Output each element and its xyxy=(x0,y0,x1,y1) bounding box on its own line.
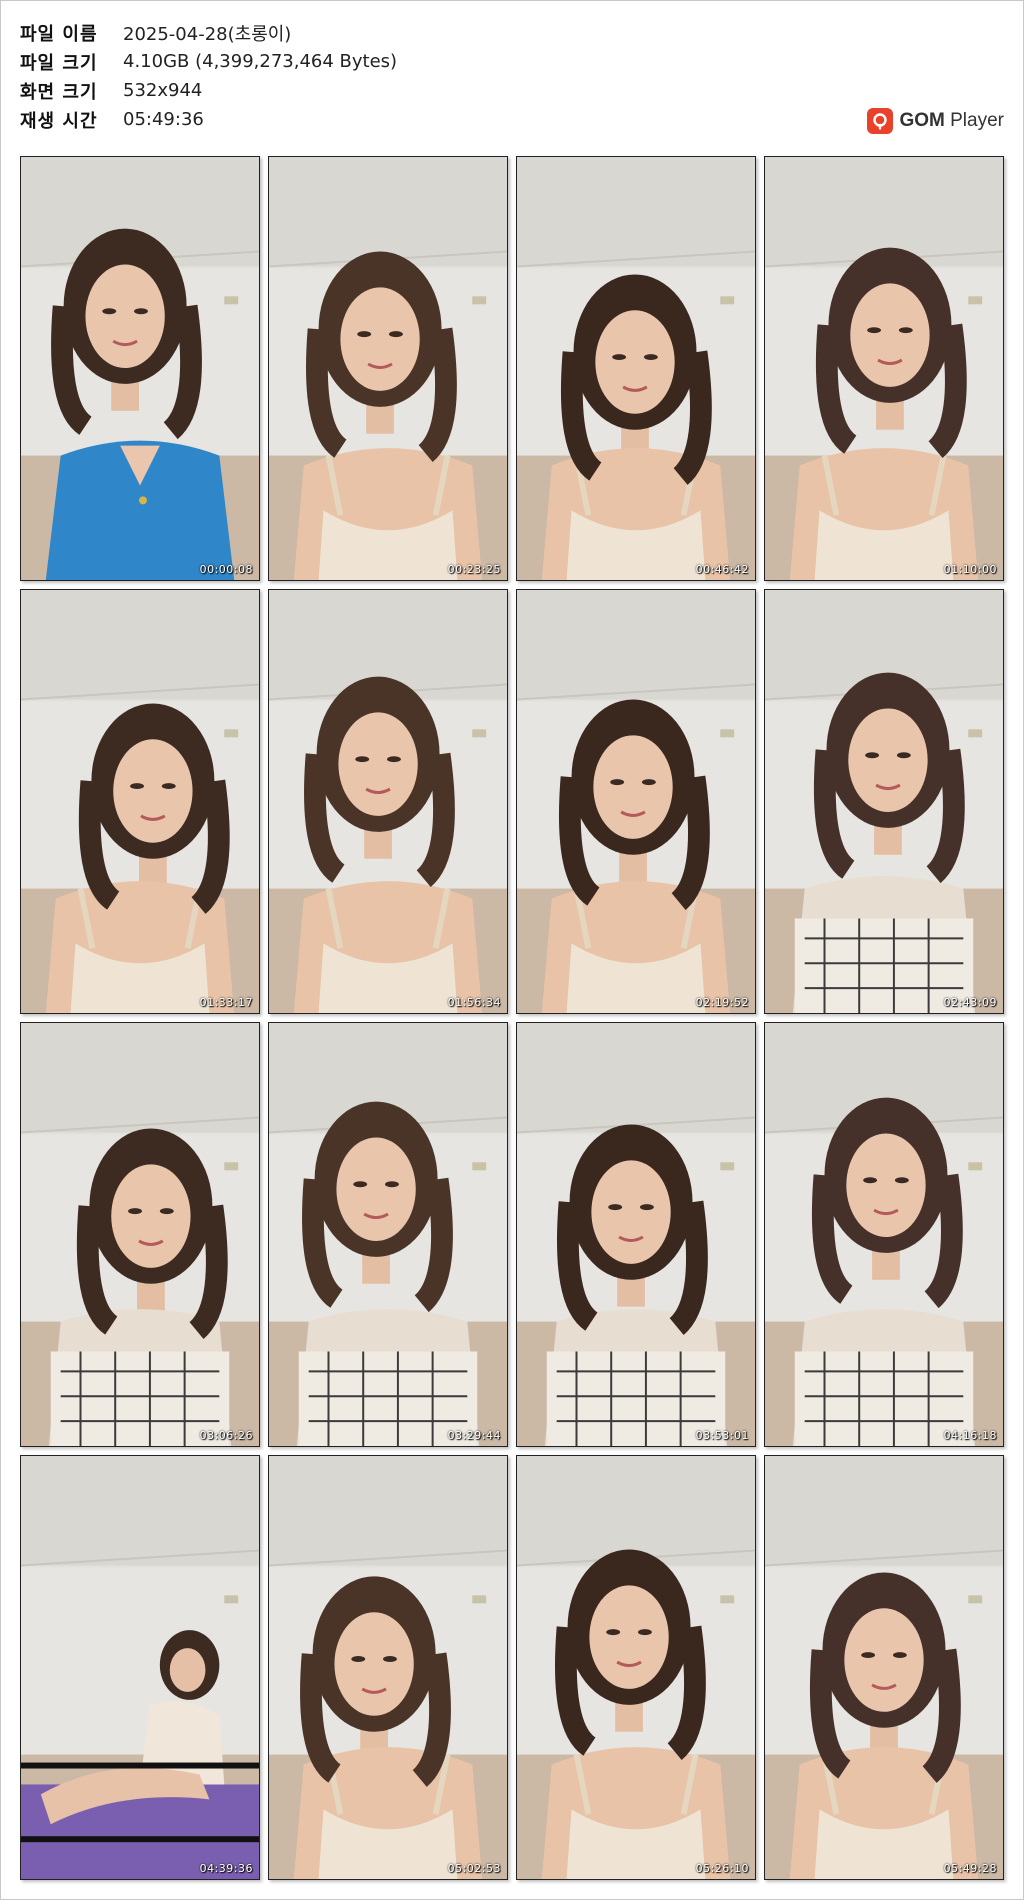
gom-player-logo-icon xyxy=(867,108,894,134)
logo-brand: GOM xyxy=(899,110,945,131)
video-thumbnail: 04:16:18 xyxy=(764,1022,1004,1447)
info-label: 파일 크기 xyxy=(20,52,98,74)
info-value: 532x944 xyxy=(123,80,203,101)
thumbnail-frame-art xyxy=(517,590,755,1013)
thumbnail-timestamp: 05:49:28 xyxy=(943,1862,997,1875)
video-thumbnail: 02:43:09 xyxy=(764,589,1004,1014)
thumbnail-frame-art xyxy=(21,1456,259,1879)
thumbnail-frame-art xyxy=(269,590,507,1013)
thumbnail-timestamp: 02:43:09 xyxy=(943,996,997,1009)
video-thumbnail: 01:10:00 xyxy=(764,156,1004,581)
info-row-duration: 재생 시간 05:49:36 xyxy=(20,105,520,134)
thumbnail-frame-art xyxy=(765,590,1003,1013)
info-row-resolution: 화면 크기 532x944 xyxy=(20,76,520,105)
thumbnail-frame-art xyxy=(21,590,259,1013)
thumbnail-timestamp: 01:33:17 xyxy=(199,996,253,1009)
thumbnail-timestamp: 04:16:18 xyxy=(943,1429,997,1442)
thumbnail-frame-art xyxy=(269,157,507,580)
video-thumbnail: 01:56:34 xyxy=(268,589,508,1014)
thumbnail-timestamp: 04:39:36 xyxy=(199,1862,253,1875)
thumbnail-frame-art xyxy=(269,1456,507,1879)
thumbnail-frame-art xyxy=(765,1456,1003,1879)
thumbnail-frame-art xyxy=(269,1023,507,1446)
info-row-filesize: 파일 크기 4.10GB (4,399,273,464 Bytes) xyxy=(20,47,520,76)
thumbnail-timestamp: 05:02:53 xyxy=(447,1862,501,1875)
video-thumbnail: 00:00:08 xyxy=(20,156,260,581)
thumbnail-timestamp: 05:26:10 xyxy=(695,1862,749,1875)
thumbnail-timestamp: 00:23:25 xyxy=(447,563,501,576)
thumbnail-frame-art xyxy=(765,1023,1003,1446)
info-label: 파일 이름 xyxy=(20,23,98,45)
info-value: 2025-04-28(초롱이) xyxy=(123,23,292,45)
thumbnail-timestamp: 03:53:01 xyxy=(695,1429,749,1442)
video-thumbnail: 05:02:53 xyxy=(268,1455,508,1880)
thumbnail-frame-art xyxy=(517,157,755,580)
video-thumbnail: 03:53:01 xyxy=(516,1022,756,1447)
video-thumbnail: 02:19:52 xyxy=(516,589,756,1014)
video-thumbnail: 00:46:42 xyxy=(516,156,756,581)
thumbnail-frame-art xyxy=(765,157,1003,580)
logo-product: Player xyxy=(944,110,1004,131)
thumbnail-frame-art xyxy=(21,1023,259,1446)
thumbnail-timestamp: 00:00:08 xyxy=(199,563,253,576)
gom-player-logo: GOM Player xyxy=(867,107,1004,135)
info-label: 화면 크기 xyxy=(20,81,98,103)
info-row-filename: 파일 이름 2025-04-28(초롱이) xyxy=(20,18,520,47)
video-thumbnail: 05:49:28 xyxy=(764,1455,1004,1880)
info-value: 05:49:36 xyxy=(123,109,204,130)
info-label: 재생 시간 xyxy=(20,110,98,132)
video-thumbnail: 03:06:26 xyxy=(20,1022,260,1447)
video-thumbnail: 04:39:36 xyxy=(20,1455,260,1880)
gom-player-logo-text: GOM Player xyxy=(899,110,1004,132)
video-thumbnail: 00:23:25 xyxy=(268,156,508,581)
info-value: 4.10GB (4,399,273,464 Bytes) xyxy=(123,51,398,72)
video-thumbnail: 01:33:17 xyxy=(20,589,260,1014)
file-info: 파일 이름 2025-04-28(초롱이) 파일 크기 4.10GB (4,39… xyxy=(20,18,520,134)
thumbnail-frame-art xyxy=(517,1023,755,1446)
thumbnail-frame-art xyxy=(21,157,259,580)
video-thumbnail: 05:26:10 xyxy=(516,1455,756,1880)
thumbnail-timestamp: 01:56:34 xyxy=(447,996,501,1009)
video-thumbnail: 03:29:44 xyxy=(268,1022,508,1447)
thumbnail-timestamp: 01:10:00 xyxy=(943,563,997,576)
thumbnail-frame-art xyxy=(517,1456,755,1879)
thumbnail-timestamp: 00:46:42 xyxy=(695,563,749,576)
thumbnail-timestamp: 03:06:26 xyxy=(199,1429,253,1442)
thumbnail-timestamp: 03:29:44 xyxy=(447,1429,501,1442)
thumbnail-grid: 00:00:08 00:23:25 00:46:42 01:10:00 01:3… xyxy=(20,156,1004,1880)
thumbnail-timestamp: 02:19:52 xyxy=(695,996,749,1009)
